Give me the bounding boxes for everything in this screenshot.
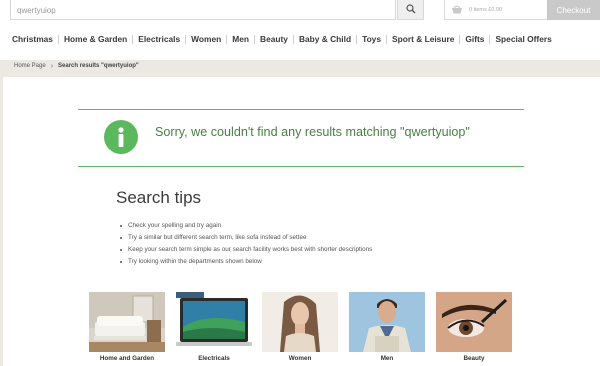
- breadcrumb-home-link[interactable]: Home Page: [14, 63, 46, 69]
- basket-text: 0 items £0.00: [469, 6, 503, 13]
- search-tip: Keep your search term simple as our sear…: [120, 244, 372, 256]
- search-tips-list: Check your spelling and try again Try a …: [120, 220, 372, 268]
- department-electricals[interactable]: Electricals: [176, 292, 252, 362]
- basket-icon: [451, 1, 463, 19]
- department-home-garden[interactable]: Home and Garden: [89, 292, 165, 362]
- site-header: 0 items £0.00 Checkout Christmas Home & …: [0, 0, 600, 60]
- chevron-right-icon: ›: [50, 62, 54, 70]
- department-women[interactable]: Women: [262, 292, 338, 362]
- nav-divider: [254, 34, 256, 44]
- nav-item-special-offers[interactable]: Special Offers: [495, 34, 551, 44]
- nav-item-gifts[interactable]: Gifts: [465, 34, 484, 44]
- nav-item-women[interactable]: Women: [191, 34, 221, 44]
- message-top-rule: [78, 109, 524, 110]
- nav-divider: [356, 34, 358, 44]
- search-tips-heading: Search tips: [116, 188, 202, 207]
- search-box[interactable]: [10, 0, 396, 20]
- nav-divider: [185, 34, 187, 44]
- nav-item-beauty[interactable]: Beauty: [260, 34, 288, 44]
- nav-divider: [292, 34, 294, 44]
- search-tip: Check your spelling and try again: [120, 220, 372, 232]
- department-label[interactable]: Men: [349, 355, 425, 362]
- search-button[interactable]: [397, 0, 424, 20]
- department-label[interactable]: Women: [262, 355, 338, 362]
- department-label[interactable]: Electricals: [176, 355, 252, 362]
- basket-summary[interactable]: 0 items £0.00: [444, 0, 548, 20]
- main-nav: Christmas Home & Garden Electricals Wome…: [12, 33, 552, 45]
- search-tip: Try looking within the departments shown…: [120, 256, 372, 268]
- men-image[interactable]: [349, 292, 425, 352]
- beauty-image[interactable]: [436, 292, 512, 352]
- nav-divider: [57, 34, 59, 44]
- nav-divider: [489, 34, 491, 44]
- electricals-image[interactable]: [176, 292, 252, 352]
- nav-item-sport-leisure[interactable]: Sport & Leisure: [392, 34, 454, 44]
- search-tip: Try a similar but different search term,…: [120, 232, 372, 244]
- search-input[interactable]: [17, 3, 387, 17]
- women-image[interactable]: [262, 292, 338, 352]
- checkout-button[interactable]: Checkout: [547, 0, 600, 20]
- department-men[interactable]: Men: [349, 292, 425, 362]
- nav-item-baby-child[interactable]: Baby & Child: [299, 34, 351, 44]
- nav-divider: [226, 34, 228, 44]
- department-label[interactable]: Beauty: [436, 355, 512, 362]
- nav-divider: [132, 34, 134, 44]
- search-icon: [405, 1, 416, 19]
- breadcrumb-current: Search results "qwertyuiop": [58, 63, 139, 69]
- nav-divider: [459, 34, 461, 44]
- info-icon: [104, 120, 138, 154]
- nav-item-christmas[interactable]: Christmas: [12, 34, 53, 44]
- nav-item-electricals[interactable]: Electricals: [138, 34, 180, 44]
- nav-item-toys[interactable]: Toys: [362, 34, 381, 44]
- no-results-message: Sorry, we couldn't find any results matc…: [155, 125, 470, 139]
- nav-item-home-garden[interactable]: Home & Garden: [64, 34, 127, 44]
- nav-item-men[interactable]: Men: [232, 34, 249, 44]
- department-label[interactable]: Home and Garden: [89, 355, 165, 362]
- nav-divider: [386, 34, 388, 44]
- department-beauty[interactable]: Beauty: [436, 292, 512, 362]
- home-garden-image[interactable]: [89, 292, 165, 352]
- breadcrumb: Home Page › Search results "qwertyuiop": [14, 60, 139, 72]
- message-bottom-rule: [78, 166, 524, 167]
